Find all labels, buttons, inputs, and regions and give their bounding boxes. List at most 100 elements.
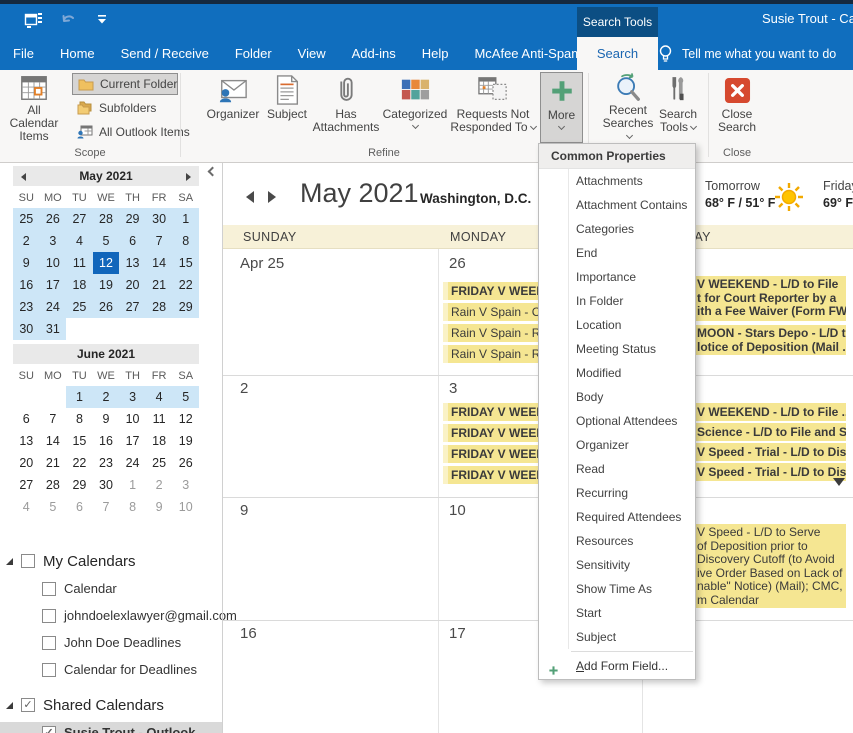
minical-day[interactable]: 30 [93, 474, 120, 496]
minical-day[interactable]: 22 [172, 274, 199, 296]
minical-day[interactable]: 7 [146, 230, 173, 252]
minical-day[interactable]: 19 [93, 274, 120, 296]
checkbox[interactable]: ✓ [21, 698, 35, 712]
minical-day[interactable]: 24 [119, 452, 146, 474]
minical-day[interactable]: 17 [40, 274, 67, 296]
tab-add-ins[interactable]: Add-ins [339, 37, 409, 70]
calendar-item-calendar-for-deadlines[interactable]: Calendar for Deadlines [0, 659, 222, 680]
menu-item-body[interactable]: Body [539, 385, 695, 409]
next-month-arrow[interactable] [268, 191, 276, 203]
minical-day[interactable]: 4 [146, 386, 173, 408]
calendar-group-shared-calendars[interactable]: ✓Shared Calendars [0, 694, 222, 716]
menu-item-start[interactable]: Start [539, 601, 695, 625]
minical-day[interactable]: 9 [93, 408, 120, 430]
minical-day[interactable]: 27 [13, 474, 40, 496]
minical-day[interactable]: 9 [146, 496, 173, 518]
menu-item-importance[interactable]: Importance [539, 265, 695, 289]
minical-day[interactable]: 16 [13, 274, 40, 296]
calendar-item-susie-trout-outlook[interactable]: ✓Susie Trout - Outlook [0, 722, 222, 733]
expand-triangle-icon[interactable] [6, 558, 13, 565]
minical-day[interactable]: 12 [93, 252, 120, 274]
menu-item-subject[interactable]: Subject [539, 625, 695, 649]
tab-folder[interactable]: Folder [222, 37, 285, 70]
subject-button[interactable]: Subject [262, 72, 312, 143]
menu-item-resources[interactable]: Resources [539, 529, 695, 553]
minical-day[interactable]: 1 [119, 474, 146, 496]
minical-day[interactable]: 3 [172, 474, 199, 496]
minical-day[interactable]: 8 [172, 230, 199, 252]
minical-day[interactable]: 7 [40, 408, 67, 430]
menu-item-location[interactable]: Location [539, 313, 695, 337]
organizer-button[interactable]: Organizer [204, 72, 262, 143]
tab-mcafee-anti-spam[interactable]: McAfee Anti-Spam [461, 37, 595, 70]
minical-day[interactable]: 10 [119, 408, 146, 430]
more-events-indicator[interactable] [833, 478, 845, 486]
minical-day[interactable]: 26 [40, 208, 67, 230]
minical-day[interactable]: 10 [40, 252, 67, 274]
menu-item-end[interactable]: End [539, 241, 695, 265]
checkbox[interactable]: ✓ [42, 726, 56, 733]
minical-day[interactable]: 17 [119, 430, 146, 452]
minical-day[interactable]: 31 [40, 318, 67, 340]
minical-day[interactable]: 12 [172, 408, 199, 430]
menu-item-attachments[interactable]: Attachments [539, 169, 695, 193]
tab-view[interactable]: View [285, 37, 339, 70]
minical-day[interactable]: 14 [40, 430, 67, 452]
menu-item-optional-attendees[interactable]: Optional Attendees [539, 409, 695, 433]
current-folder-button[interactable]: Current Folder [72, 73, 178, 95]
minical-day[interactable]: 5 [40, 496, 67, 518]
minical-day[interactable]: 2 [146, 474, 173, 496]
menu-item-organizer[interactable]: Organizer [539, 433, 695, 457]
minical-day[interactable]: 26 [93, 296, 120, 318]
tab-home[interactable]: Home [47, 37, 108, 70]
tab-send-receive[interactable]: Send / Receive [108, 37, 222, 70]
customize-qat-icon[interactable] [97, 15, 107, 24]
tab-help[interactable]: Help [409, 37, 462, 70]
menu-item-attachment-contains[interactable]: Attachment Contains [539, 193, 695, 217]
menu-item-recurring[interactable]: Recurring [539, 481, 695, 505]
minical-day[interactable]: 5 [172, 386, 199, 408]
minical-day[interactable]: 3 [119, 386, 146, 408]
minical-day[interactable]: 25 [146, 452, 173, 474]
tab-search-active[interactable]: Search [577, 37, 658, 70]
menu-item-meeting-status[interactable]: Meeting Status [539, 337, 695, 361]
minical-day[interactable]: 11 [146, 408, 173, 430]
previous-month-arrow[interactable] [21, 173, 26, 181]
minical-day[interactable]: 1 [66, 386, 93, 408]
minical-day[interactable]: 20 [13, 452, 40, 474]
minical-day[interactable]: 25 [66, 296, 93, 318]
weather-location-selector[interactable]: Washington, D.C. [420, 191, 547, 206]
menu-item-add-form-field[interactable]: Add Form Field... [539, 654, 695, 678]
menu-item-sensitivity[interactable]: Sensitivity [539, 553, 695, 577]
minical-day[interactable]: 28 [146, 296, 173, 318]
minical-day[interactable]: 4 [66, 230, 93, 252]
minical-day[interactable]: 29 [66, 474, 93, 496]
calendar-group-my-calendars[interactable]: My Calendars [0, 550, 222, 572]
minical-day[interactable]: 2 [93, 386, 120, 408]
expand-triangle-icon[interactable] [6, 702, 13, 709]
minical-day[interactable]: 4 [13, 496, 40, 518]
calendar-item-johndoelexlawyer-gmail-com[interactable]: johndoelexlawyer@gmail.com [0, 605, 222, 626]
minical-day[interactable]: 8 [66, 408, 93, 430]
minical-day[interactable]: 6 [66, 496, 93, 518]
has-attachments-button[interactable]: Has Attachments [312, 72, 380, 143]
subfolders-button[interactable]: Subfolders [72, 97, 178, 119]
minical-day[interactable]: 3 [40, 230, 67, 252]
minical-day[interactable]: 26 [172, 452, 199, 474]
minical-day[interactable]: 2 [13, 230, 40, 252]
all-outlook-items-button[interactable]: All Outlook Items [72, 121, 178, 143]
search-tools-button[interactable]: Search Tools [654, 72, 702, 143]
minical-day[interactable]: 28 [40, 474, 67, 496]
previous-month-arrow[interactable] [246, 191, 254, 203]
menu-item-show-time-as[interactable]: Show Time As [539, 577, 695, 601]
minical-day[interactable]: 29 [172, 296, 199, 318]
minical-day[interactable]: 30 [146, 208, 173, 230]
menu-item-read[interactable]: Read [539, 457, 695, 481]
minical-day[interactable]: 6 [119, 230, 146, 252]
outlook-app-icon[interactable] [24, 10, 43, 29]
next-month-arrow[interactable] [186, 173, 191, 181]
minical-day[interactable]: 6 [13, 408, 40, 430]
minical-day[interactable]: 20 [119, 274, 146, 296]
menu-item-categories[interactable]: Categories [539, 217, 695, 241]
minical-day[interactable]: 16 [93, 430, 120, 452]
